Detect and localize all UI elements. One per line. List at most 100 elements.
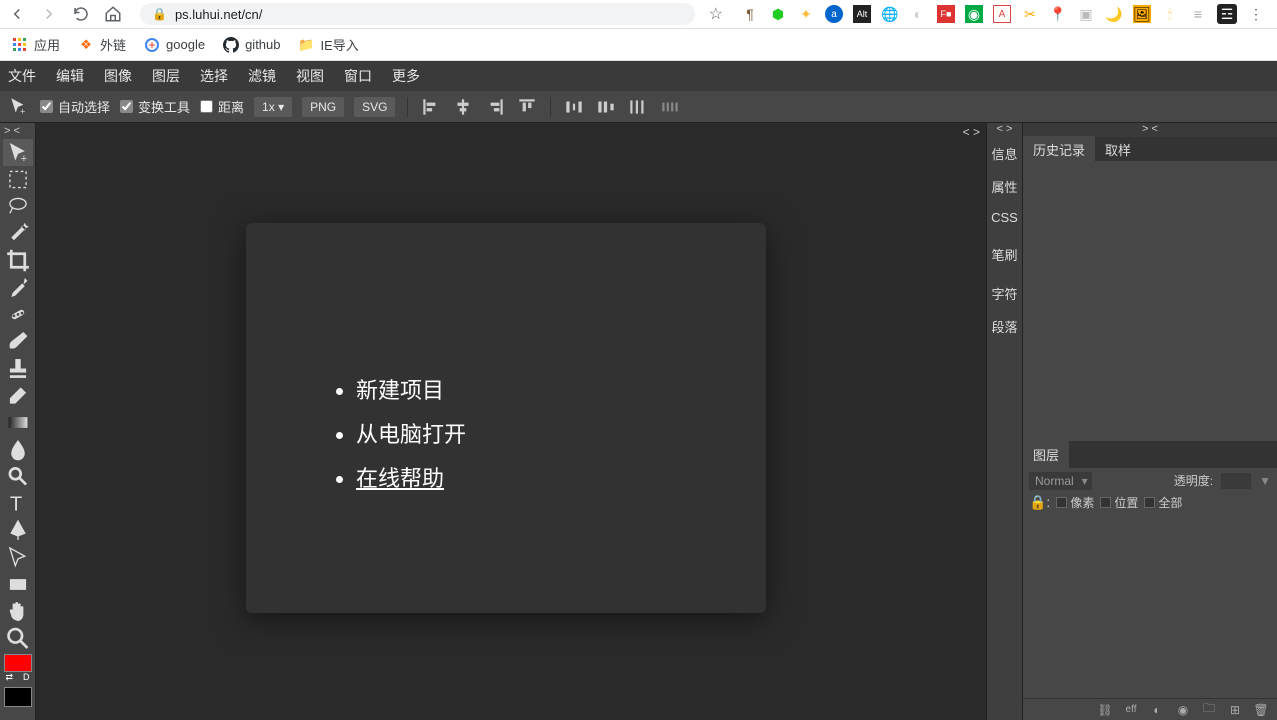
ext-icon-9[interactable]: ◉ [965,5,983,23]
reload-button[interactable] [72,5,90,23]
history-panel-body[interactable] [1023,161,1277,441]
stamp-tool[interactable] [3,355,33,382]
menu-layer[interactable]: 图层 [152,66,180,86]
link-layers-icon[interactable]: ⛓ [1097,703,1113,717]
welcome-online-help[interactable]: 在线帮助 [356,461,706,493]
zoom-select[interactable]: 1x ▾ [254,97,292,117]
ext-icon-1[interactable]: ¶ [741,5,759,23]
eyedropper-tool[interactable] [3,274,33,301]
distribute-4-icon[interactable] [659,96,681,118]
distribute-spacing-icon[interactable] [627,96,649,118]
pen-tool[interactable] [3,517,33,544]
ext-icon-8[interactable]: F■ [937,5,955,23]
bookmark-apps[interactable]: 应用 [12,35,60,54]
ext-icon-4[interactable]: a [825,5,843,23]
forward-button[interactable] [40,5,58,23]
side-tab-info[interactable]: 信息 [987,137,1022,170]
welcome-open-local[interactable]: 从电脑打开 [356,417,706,449]
wand-tool[interactable] [3,220,33,247]
bookmark-external[interactable]: ❖ 外链 [78,35,126,54]
bookmark-google[interactable]: google [144,37,205,53]
blur-tool[interactable] [3,436,33,463]
ext-icon-18[interactable]: ☲ [1217,4,1237,24]
new-folder-icon[interactable]: 🗀 [1201,703,1217,717]
star-icon[interactable]: ☆ [709,4,723,24]
side-tab-properties[interactable]: 属性 [987,170,1022,203]
brush-tool[interactable] [3,328,33,355]
welcome-new-project[interactable]: 新建项目 [356,373,706,405]
tab-swatches[interactable]: 取样 [1095,136,1141,163]
ext-icon-shield[interactable]: ⬢ [769,5,787,23]
tab-history[interactable]: 历史记录 [1023,136,1095,163]
opacity-dropdown-icon[interactable]: ▼ [1259,474,1271,488]
foreground-color[interactable] [4,654,32,672]
side-tab-paragraph[interactable]: 段落 [987,310,1022,343]
ext-icon-15[interactable]: 🖼 [1133,5,1151,23]
align-center-h-icon[interactable] [452,96,474,118]
lock-position-checkbox[interactable]: 位置 [1100,494,1138,511]
eraser-tool[interactable] [3,382,33,409]
shape-tool[interactable] [3,571,33,598]
heal-tool[interactable] [3,301,33,328]
side-tab-brush[interactable]: 笔刷 [987,238,1022,271]
lock-pixels-checkbox[interactable]: 像素 [1056,494,1094,511]
menu-image[interactable]: 图像 [104,66,132,86]
current-tool-icon[interactable]: + [8,96,30,118]
auto-select-checkbox[interactable]: 自动选择 [40,97,110,116]
export-svg-button[interactable]: SVG [354,97,395,117]
zoom-tool[interactable] [3,625,33,652]
browser-menu-icon[interactable]: ⋮ [1247,5,1265,23]
toolbar-collapse-icon[interactable]: > < [0,125,20,139]
transform-checkbox[interactable]: 变换工具 [120,97,190,116]
menu-more[interactable]: 更多 [392,66,420,86]
new-layer-icon[interactable]: ⊞ [1227,703,1243,717]
address-bar[interactable]: 🔒 ps.luhui.net/cn/ [140,3,695,25]
ext-icon-pin[interactable]: 📍 [1049,5,1067,23]
ext-icon-16[interactable]: 🕯 [1161,5,1179,23]
ext-icon-10[interactable]: A [993,5,1011,23]
ext-icon-14[interactable]: 🌙 [1105,5,1123,23]
side-tab-css[interactable]: CSS [987,203,1022,232]
back-button[interactable] [8,5,26,23]
ext-icon-13[interactable]: ▣ [1077,5,1095,23]
background-color[interactable] [4,687,32,707]
side-collapse-icon[interactable]: < > [987,123,1022,137]
home-button[interactable] [104,5,122,23]
tab-layers[interactable]: 图层 [1023,441,1069,468]
swap-colors[interactable]: ⇄D [4,672,32,686]
export-png-button[interactable]: PNG [302,97,344,117]
menu-edit[interactable]: 编辑 [56,66,84,86]
layers-list[interactable] [1023,515,1277,699]
menu-view[interactable]: 视图 [296,66,324,86]
path-select-tool[interactable] [3,544,33,571]
distribute-v-icon[interactable] [595,96,617,118]
gradient-tool[interactable] [3,409,33,436]
menu-filter[interactable]: 滤镜 [248,66,276,86]
adjustment-layer-icon[interactable]: ◉ [1175,703,1191,717]
menu-window[interactable]: 窗口 [344,66,372,86]
type-tool[interactable]: T [3,490,33,517]
ext-icon-translate[interactable]: 🌐 [881,5,899,23]
delete-layer-icon[interactable]: 🗑 [1253,703,1269,717]
side-tab-character[interactable]: 字符 [987,277,1022,310]
ext-icon-11[interactable]: ✂ [1021,5,1039,23]
distance-checkbox[interactable]: 距离 [200,97,244,116]
align-right-icon[interactable] [484,96,506,118]
ext-icon-7[interactable]: ◐ [909,5,927,23]
ext-icon-3[interactable]: ✦ [797,5,815,23]
opacity-input[interactable] [1221,473,1251,489]
align-left-icon[interactable] [420,96,442,118]
ext-icon-17[interactable]: ≡ [1189,5,1207,23]
bookmark-github[interactable]: github [223,37,280,53]
menu-select[interactable]: 选择 [200,66,228,86]
bookmark-ie-import[interactable]: 📁 IE导入 [299,35,359,54]
lock-all-checkbox[interactable]: 全部 [1144,494,1182,511]
move-tool[interactable]: + [3,139,33,166]
hand-tool[interactable] [3,598,33,625]
doc-collapse-icon[interactable]: < > [963,125,980,139]
align-top-icon[interactable] [516,96,538,118]
crop-tool[interactable] [3,247,33,274]
marquee-tool[interactable] [3,166,33,193]
blend-mode-select[interactable]: Normal [1029,472,1092,490]
layer-effects-icon[interactable]: eff [1123,703,1139,717]
